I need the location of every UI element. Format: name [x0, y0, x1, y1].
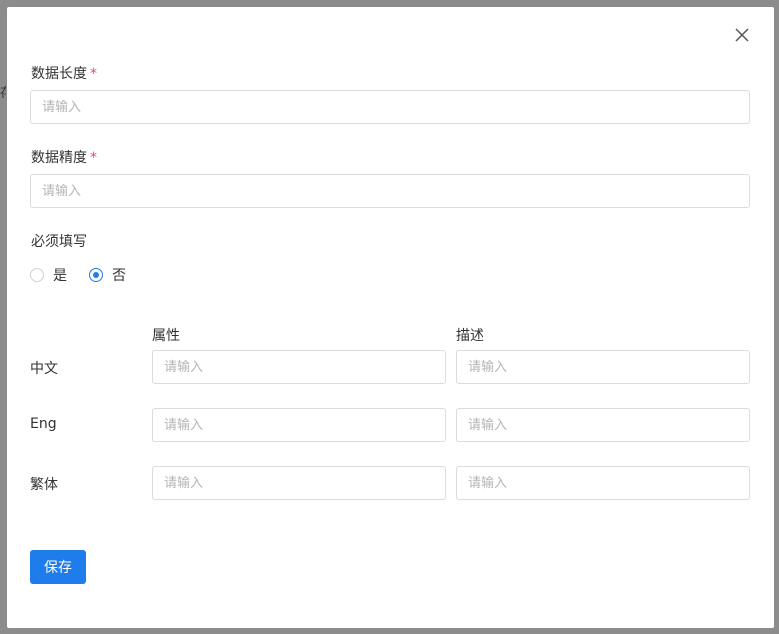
edit-field-dialog: 数据长度* 数据精度* 必须填写 是 否 属性 描述 中文 Eng 繁体 保存	[7, 7, 774, 628]
required-asterisk: *	[90, 66, 97, 82]
data-precision-label: 数据精度 *	[31, 147, 97, 167]
radio-yes-circle[interactable]	[30, 268, 44, 282]
radio-option-yes[interactable]: 是	[30, 265, 67, 285]
close-button[interactable]	[732, 25, 752, 45]
required-asterisk: *	[90, 150, 97, 166]
row-label-chinese: 中文	[30, 361, 58, 377]
english-description-input[interactable]	[456, 408, 750, 442]
traditional-attribute-input[interactable]	[152, 466, 446, 500]
close-icon	[735, 28, 749, 42]
radio-no-circle[interactable]	[89, 268, 103, 282]
column-header-attribute: 属性	[152, 328, 180, 344]
chinese-description-input[interactable]	[456, 350, 750, 384]
radio-option-no[interactable]: 否	[89, 265, 126, 285]
required-label: 必须填写	[31, 234, 87, 250]
required-radio-group: 是 否	[30, 265, 148, 285]
row-label-traditional: 繁体	[30, 477, 58, 493]
data-length-input[interactable]	[30, 90, 750, 124]
radio-yes-label: 是	[53, 268, 67, 284]
column-header-description: 描述	[456, 328, 484, 344]
chinese-attribute-input[interactable]	[152, 350, 446, 384]
traditional-description-input[interactable]	[456, 466, 750, 500]
data-length-label: 数据长度 *	[31, 63, 97, 83]
data-precision-input[interactable]	[30, 174, 750, 208]
data-length-label-text: 数据长度	[31, 66, 87, 82]
english-attribute-input[interactable]	[152, 408, 446, 442]
save-button[interactable]: 保存	[30, 550, 86, 584]
radio-no-label: 否	[112, 268, 126, 284]
row-label-english: Eng	[30, 416, 57, 432]
data-precision-label-text: 数据精度	[31, 150, 87, 166]
backdrop-partial-text: 存	[0, 82, 6, 101]
